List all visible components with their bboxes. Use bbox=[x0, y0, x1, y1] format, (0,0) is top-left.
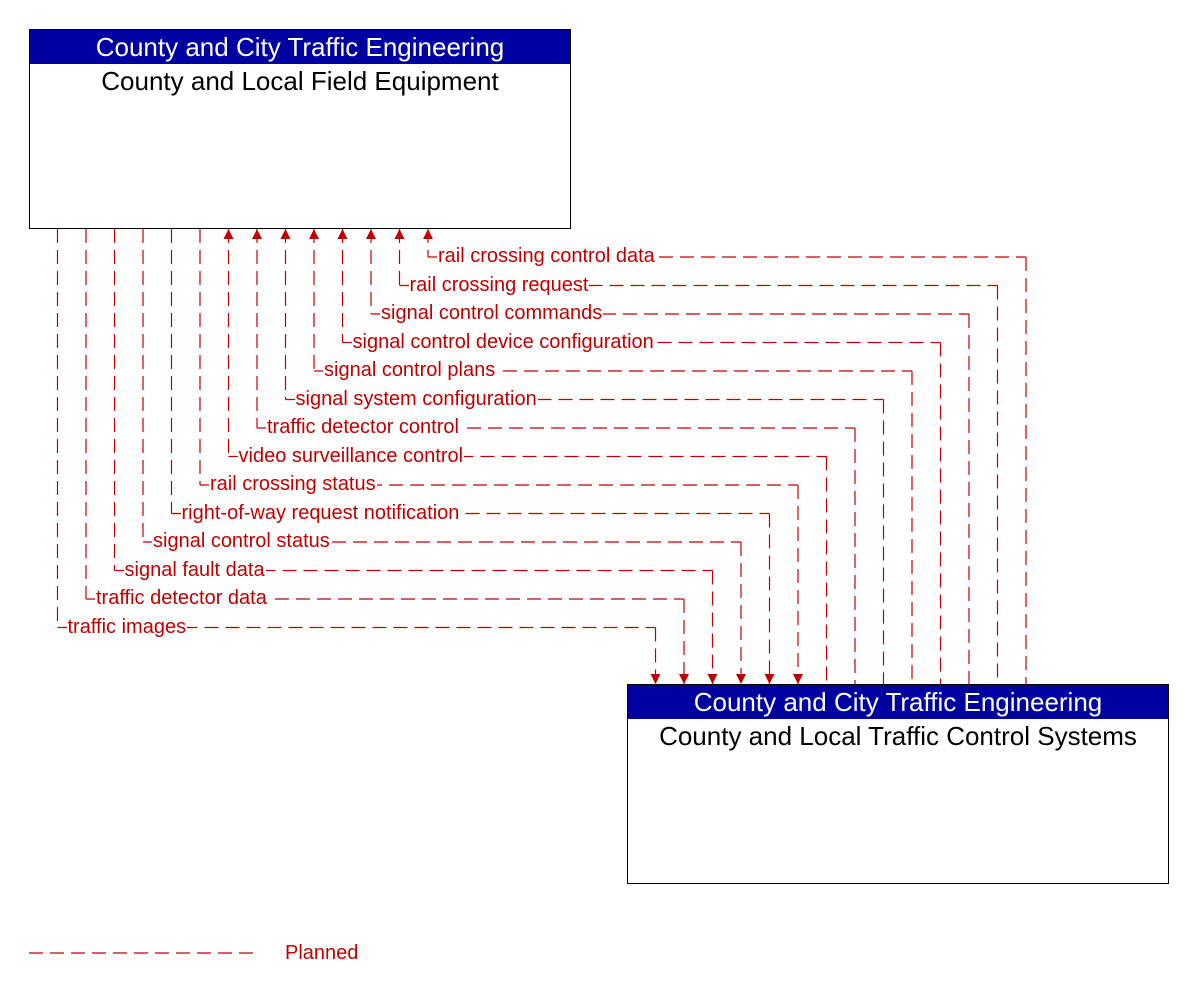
arrow-up-icon bbox=[337, 229, 348, 239]
flow-label[interactable]: signal system configuration bbox=[294, 387, 538, 410]
arrow-down-icon bbox=[764, 674, 775, 684]
flow-label[interactable]: rail crossing control data bbox=[437, 245, 656, 267]
arrow-down-icon bbox=[707, 674, 718, 684]
arrow-down-icon bbox=[793, 674, 803, 684]
flow-label[interactable]: right-of-way request notification bbox=[180, 501, 461, 524]
arrow-down-icon bbox=[736, 674, 746, 684]
flow-label[interactable]: rail crossing status bbox=[209, 473, 377, 495]
flow-label[interactable]: traffic detector data bbox=[95, 587, 268, 609]
legend-planned-label: Planned bbox=[285, 942, 359, 964]
arrow-down-icon bbox=[679, 674, 689, 684]
flow-label[interactable]: video surveillance control bbox=[237, 444, 465, 467]
node-traffic-control-systems[interactable]: County and City Traffic Engineering Coun… bbox=[627, 684, 1169, 884]
flow-label[interactable]: signal control device configuration bbox=[351, 330, 655, 353]
node-owner-header: County and City Traffic Engineering bbox=[30, 30, 570, 64]
arrow-up-icon bbox=[366, 229, 376, 239]
node-owner-header: County and City Traffic Engineering bbox=[628, 685, 1168, 719]
flow-label[interactable]: rail crossing request bbox=[408, 273, 590, 296]
arrow-up-icon bbox=[252, 229, 262, 239]
flow-label[interactable]: traffic images bbox=[66, 615, 188, 638]
arrow-down-icon bbox=[650, 674, 661, 684]
arrow-up-icon bbox=[423, 229, 433, 239]
arrow-up-icon bbox=[394, 229, 405, 239]
node-title: County and Local Traffic Control Systems bbox=[659, 721, 1137, 751]
arrow-up-icon bbox=[309, 229, 319, 239]
flow-label[interactable]: signal control plans bbox=[323, 359, 497, 381]
arrow-up-icon bbox=[223, 229, 234, 239]
flow-label[interactable]: signal control status bbox=[152, 530, 331, 552]
arrow-up-icon bbox=[280, 229, 291, 239]
node-title: County and Local Field Equipment bbox=[101, 66, 499, 96]
flow-label[interactable]: traffic detector control bbox=[266, 416, 460, 438]
flow-label[interactable]: signal control commands bbox=[380, 302, 604, 324]
node-field-equipment[interactable]: County and City Traffic Engineering Coun… bbox=[29, 29, 571, 229]
flow-label[interactable]: signal fault data bbox=[123, 558, 266, 581]
